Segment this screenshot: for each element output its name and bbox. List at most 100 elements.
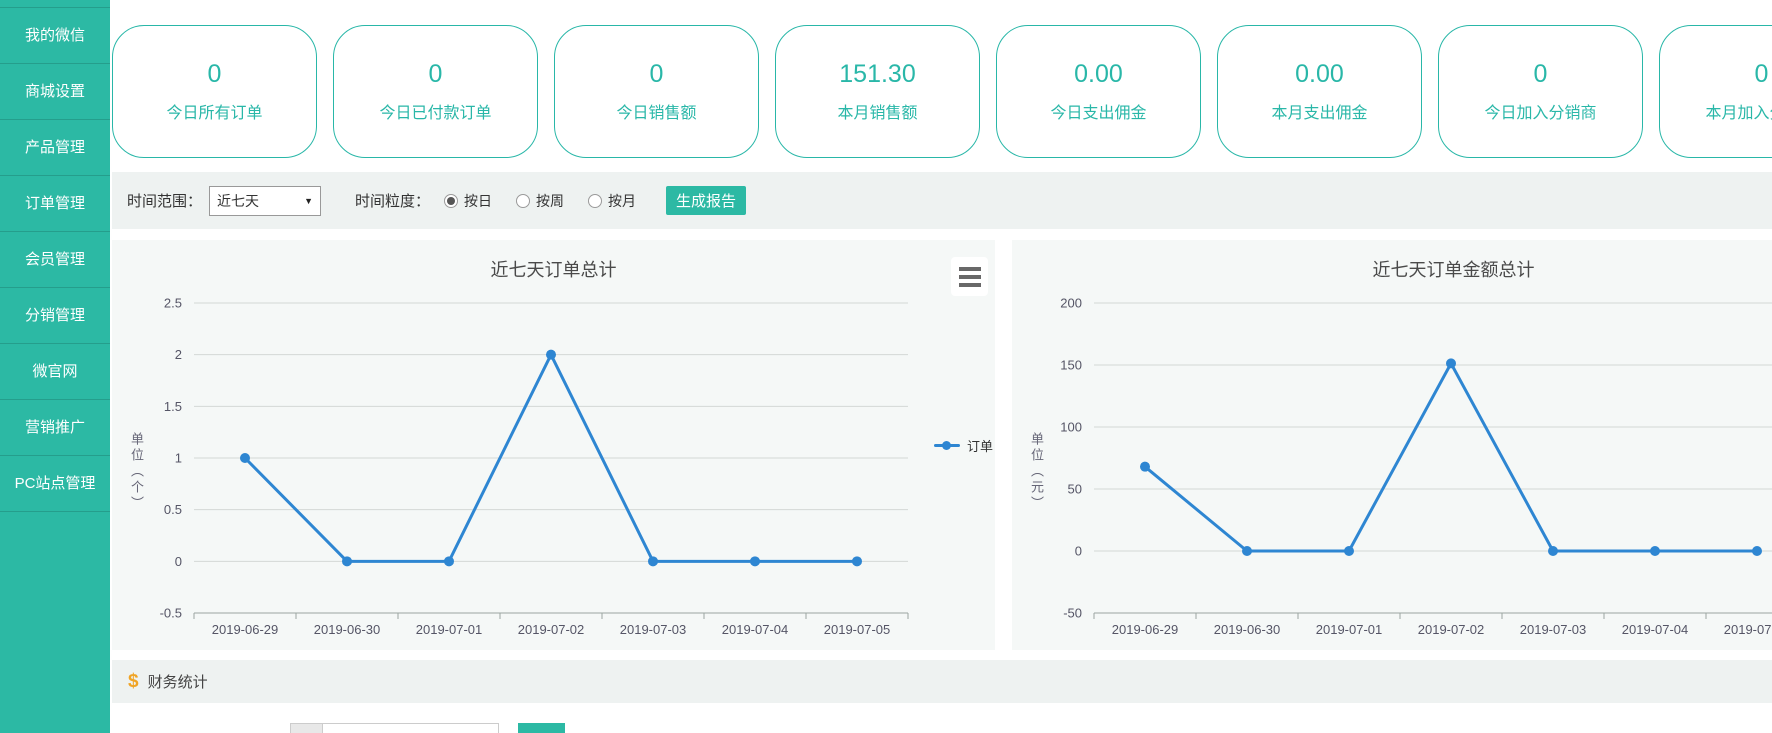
chevron-down-icon: ▼ [304, 196, 313, 206]
svg-text:1.5: 1.5 [164, 399, 182, 414]
granularity-radios: 按日 按周 按月 [444, 191, 636, 211]
dashboard-page: 我的微信商城设置产品管理订单管理会员管理分销管理微官网营销推广PC站点管理 0 今… [0, 0, 1772, 733]
chart-panel: 近七天订单总计单位（个）-0.500.511.522.52019-06-2920… [112, 240, 995, 650]
sidebar-item[interactable]: 营销推广 [0, 400, 110, 456]
svg-text:100: 100 [1060, 420, 1082, 435]
svg-text:2019-06-30: 2019-06-30 [1214, 622, 1281, 637]
stat-card: 0 本月加入分销商 [1659, 25, 1772, 158]
svg-text:2019-07-02: 2019-07-02 [1418, 622, 1485, 637]
dollar-icon: $ [128, 671, 139, 693]
data-point[interactable] [648, 556, 658, 566]
data-point[interactable] [1650, 546, 1660, 556]
data-point[interactable] [1446, 358, 1456, 368]
stat-card-label: 本月销售额 [837, 99, 917, 123]
legend-item[interactable]: 订单 [934, 436, 993, 455]
svg-text:2019-07-04: 2019-07-04 [1622, 622, 1689, 637]
svg-text:2019-07-01: 2019-07-01 [1316, 622, 1383, 637]
data-point[interactable] [240, 453, 250, 463]
filter-bar: 时间范围： 近七天 ▼ 时间粒度： 按日 按周 按月 生成报告 [112, 172, 1772, 229]
svg-text:2019-07-03: 2019-07-03 [1520, 622, 1587, 637]
granularity-radio[interactable]: 按日 [444, 191, 492, 211]
time-range-value: 近七天 [217, 191, 259, 211]
stat-card-value: 151.30 [839, 60, 915, 89]
stat-card-value: 0 [429, 60, 443, 89]
svg-text:2019-06-29: 2019-06-29 [1112, 622, 1179, 637]
radio-label: 按日 [464, 191, 492, 211]
finance-date-input[interactable] [322, 723, 499, 733]
finance-date-addon[interactable] [290, 723, 323, 733]
stat-card-label: 本月支出佣金 [1271, 99, 1367, 123]
stat-card: 0 今日已付款订单 [333, 25, 538, 158]
svg-text:2019-07-02: 2019-07-02 [518, 622, 585, 637]
sidebar-item[interactable]: 分销管理 [0, 288, 110, 344]
svg-text:-0.5: -0.5 [160, 606, 182, 621]
data-point[interactable] [1344, 546, 1354, 556]
data-point[interactable] [1548, 546, 1558, 556]
stat-card-label: 今日已付款订单 [379, 99, 491, 123]
data-point[interactable] [444, 556, 454, 566]
stat-card-value: 0.00 [1295, 60, 1344, 89]
radio-label: 按月 [608, 191, 636, 211]
sidebar-item[interactable]: 我的微信 [0, 8, 110, 64]
legend-label: 订单 [967, 436, 993, 455]
granularity-label: 时间粒度： [355, 190, 430, 211]
sidebar-item[interactable]: PC站点管理 [0, 456, 110, 512]
line-series [1145, 363, 1757, 551]
sidebar-item[interactable]: 商城设置 [0, 64, 110, 120]
stat-card-value: 0 [1534, 60, 1548, 89]
svg-text:2.5: 2.5 [164, 296, 182, 311]
svg-text:2019-07-04: 2019-07-04 [722, 622, 789, 637]
stat-card-label: 今日支出佣金 [1050, 99, 1146, 123]
finance-search-button[interactable] [518, 723, 565, 733]
sidebar-item[interactable]: 微官网 [0, 344, 110, 400]
svg-text:50: 50 [1068, 482, 1082, 497]
svg-text:150: 150 [1060, 358, 1082, 373]
svg-text:2019-07-03: 2019-07-03 [620, 622, 687, 637]
svg-text:2019-06-29: 2019-06-29 [212, 622, 279, 637]
chart-plot: -500501001502002019-06-292019-06-302019-… [1012, 240, 1772, 650]
stat-card: 0 今日销售额 [554, 25, 759, 158]
data-point[interactable] [342, 556, 352, 566]
stat-card-value: 0 [1755, 60, 1769, 89]
stat-cards-row: 0 今日所有订单 0 今日已付款订单 0 今日销售额 151.30 本月销售额 0.00 今日支出… [112, 25, 1772, 158]
stat-card-label: 今日所有订单 [166, 99, 262, 123]
time-range-label: 时间范围： [127, 190, 202, 211]
time-range-select[interactable]: 近七天 ▼ [209, 186, 321, 216]
sidebar: 我的微信商城设置产品管理订单管理会员管理分销管理微官网营销推广PC站点管理 [0, 0, 110, 733]
svg-text:2: 2 [175, 347, 182, 362]
svg-text:1: 1 [175, 451, 182, 466]
data-point[interactable] [546, 350, 556, 360]
stat-card: 0 今日所有订单 [112, 25, 317, 158]
granularity-radio[interactable]: 按周 [516, 191, 564, 211]
svg-text:0.5: 0.5 [164, 502, 182, 517]
data-point[interactable] [1242, 546, 1252, 556]
data-point[interactable] [750, 556, 760, 566]
stat-card-value: 0 [650, 60, 664, 89]
sidebar-item[interactable]: 会员管理 [0, 232, 110, 288]
sidebar-item[interactable]: 产品管理 [0, 120, 110, 176]
data-point[interactable] [1140, 462, 1150, 472]
svg-text:2019-06-30: 2019-06-30 [314, 622, 381, 637]
stat-card-label: 本月加入分销商 [1705, 99, 1772, 123]
radio-icon [444, 194, 458, 208]
finance-section-title: 财务统计 [148, 671, 208, 692]
stat-card-label: 今日销售额 [616, 99, 696, 123]
sidebar-item-partial [0, 0, 110, 8]
stat-card-label: 今日加入分销商 [1484, 99, 1596, 123]
chart-panel: 近七天订单金额总计单位（元）-500501001502002019-06-292… [1012, 240, 1772, 650]
radio-icon [516, 194, 530, 208]
chart-plot: -0.500.511.522.52019-06-292019-06-302019… [112, 240, 995, 650]
radio-label: 按周 [536, 191, 564, 211]
svg-text:-50: -50 [1063, 606, 1082, 621]
svg-text:0: 0 [1075, 544, 1082, 559]
generate-report-button[interactable]: 生成报告 [666, 186, 746, 215]
data-point[interactable] [1752, 546, 1762, 556]
legend-marker-icon [934, 444, 960, 447]
radio-icon [588, 194, 602, 208]
svg-text:2019-07-05: 2019-07-05 [824, 622, 891, 637]
data-point[interactable] [852, 556, 862, 566]
sidebar-item[interactable]: 订单管理 [0, 176, 110, 232]
granularity-radio[interactable]: 按月 [588, 191, 636, 211]
finance-section-header: $ 财务统计 [112, 660, 1772, 703]
stat-card-value: 0 [208, 60, 222, 89]
